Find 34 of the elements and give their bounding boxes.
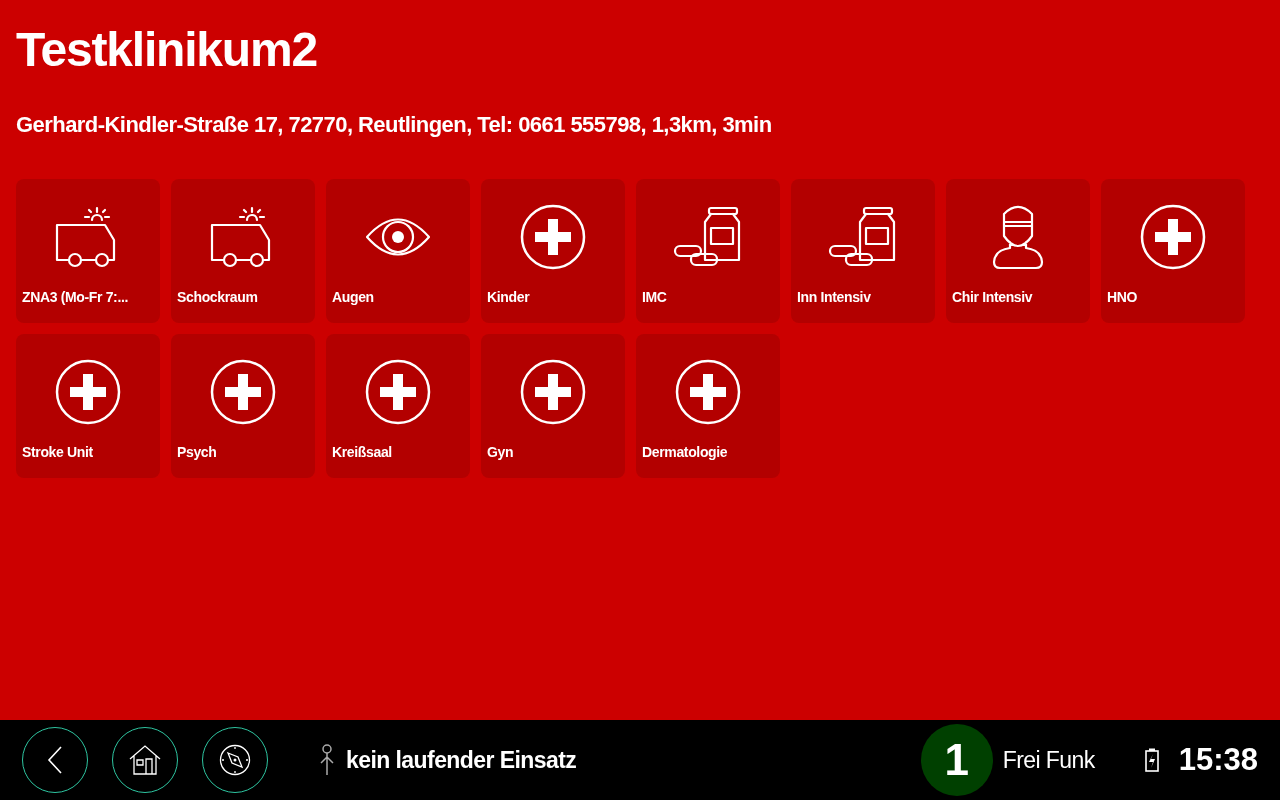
department-tile[interactable]: Inn Intensiv: [791, 179, 935, 323]
pill-bottle-icon: [828, 206, 898, 268]
hospital-address: Gerhard-Kindler-Straße 17, 72770, Reutlingen, Tel: 0661 555798, 1,3km, 3min: [16, 111, 773, 139]
department-tile[interactable]: Psych: [171, 334, 315, 478]
medical-cross-icon: [365, 359, 431, 425]
medical-cross-icon: [520, 359, 586, 425]
medical-cross-icon: [210, 359, 276, 425]
pill-bottle-icon: [673, 206, 743, 268]
radio-status-label: Frei Funk: [1002, 745, 1095, 775]
department-tile[interactable]: Kreißsaal: [326, 334, 470, 478]
department-tile[interactable]: Kinder: [481, 179, 625, 323]
medical-cross-icon: [675, 359, 741, 425]
department-tile[interactable]: Schockraum: [171, 179, 315, 323]
department-tile[interactable]: HNO: [1101, 179, 1245, 323]
department-tile[interactable]: IMC: [636, 179, 780, 323]
medical-cross-icon: [55, 359, 121, 425]
medical-cross-icon: [1140, 204, 1206, 270]
radio-status-badge[interactable]: 1: [920, 724, 993, 796]
department-tile[interactable]: Chir Intensiv: [946, 179, 1090, 323]
clock: 15:38: [1178, 740, 1258, 779]
surgeon-icon: [990, 204, 1046, 270]
compass-icon: [219, 744, 251, 776]
person-icon: [320, 744, 334, 776]
battery-icon: [1144, 748, 1159, 772]
department-tile[interactable]: Dermatologie: [636, 334, 780, 478]
back-icon: [47, 746, 63, 774]
home-icon: [129, 745, 161, 775]
department-tile[interactable]: Gyn: [481, 334, 625, 478]
medical-cross-icon: [520, 204, 586, 270]
department-tile[interactable]: Stroke Unit: [16, 334, 160, 478]
department-tile[interactable]: Augen: [326, 179, 470, 323]
department-tile[interactable]: ZNA3 (Mo-Fr 7:...: [16, 179, 160, 323]
hospital-name: Testklinikum2: [16, 22, 318, 78]
mission-status: kein laufender Einsatz: [346, 745, 577, 775]
